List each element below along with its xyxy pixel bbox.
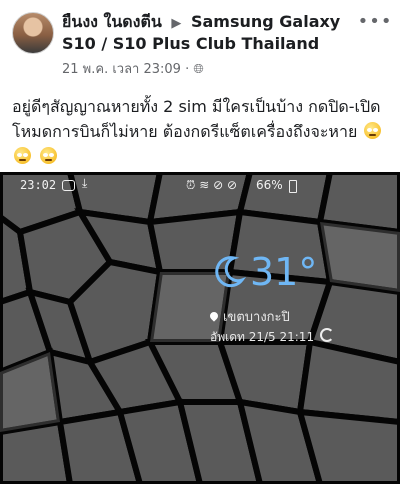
- more-icon[interactable]: •••: [358, 10, 392, 32]
- avatar[interactable]: [12, 12, 54, 54]
- wifi-icon: ≋: [199, 178, 210, 192]
- battery-icon: [289, 180, 297, 193]
- author-name[interactable]: ยืนงง ในดงตีน: [62, 12, 162, 31]
- battery-percent: 66%: [256, 178, 283, 192]
- location-pin-icon: [208, 310, 220, 322]
- weather-widget: 31° เขตบางกะปิ อัพเดท 21/5 21:11: [208, 250, 360, 354]
- status-icons: ⏰︎ ≋ ⊘ ⊘: [186, 178, 237, 193]
- globe-icon: 🌐︎: [193, 62, 204, 77]
- timestamp[interactable]: 21 พ.ค. เวลา 23:09 ·: [62, 62, 189, 77]
- temperature: 31°: [250, 250, 318, 294]
- location: เขตบางกะปิ: [208, 306, 290, 327]
- eye-roll-emoji: [40, 147, 58, 164]
- post-body: อยู่ดีๆสัญญาณหายทั้ง 2 sim มีใครเป็นบ้าง…: [12, 94, 392, 169]
- arrow-icon: ▶: [171, 16, 182, 31]
- alarm-icon: ⏰︎: [186, 178, 196, 192]
- eye-roll-emoji: [364, 122, 382, 139]
- download-icon: ⤓: [82, 176, 88, 190]
- post-meta: 21 พ.ค. เวลา 23:09 · 🌐︎: [62, 62, 204, 78]
- status-time: 23:02: [20, 178, 57, 192]
- eye-roll-emoji: [14, 147, 31, 164]
- updated-time: อัพเดท 21/5 21:11: [210, 328, 335, 347]
- moon-icon: [215, 256, 246, 288]
- chat-bubble-icon: [62, 180, 75, 191]
- updated-text: อัพเดท 21/5 21:11: [210, 330, 315, 344]
- no-sim-icon: ⊘: [226, 178, 238, 192]
- refresh-icon: [320, 328, 335, 342]
- post-photo[interactable]: 23:02 ⤓ ⏰︎ ≋ ⊘ ⊘ 66% 31° เขตบางกะปิ อัพเ…: [0, 172, 400, 484]
- post-title: ยืนงง ในดงตีน ▶ Samsung Galaxy S10 / S10…: [62, 12, 352, 54]
- post-text: อยู่ดีๆสัญญาณหายทั้ง 2 sim มีใครเป็นบ้าง…: [12, 97, 381, 141]
- post-header: ยืนงง ในดงตีน ▶ Samsung Galaxy S10 / S10…: [0, 0, 400, 90]
- status-bar: 23:02 ⤓ ⏰︎ ≋ ⊘ ⊘ 66%: [0, 172, 400, 202]
- location-name: เขตบางกะปิ: [223, 310, 290, 325]
- no-sim-icon: ⊘: [213, 178, 224, 192]
